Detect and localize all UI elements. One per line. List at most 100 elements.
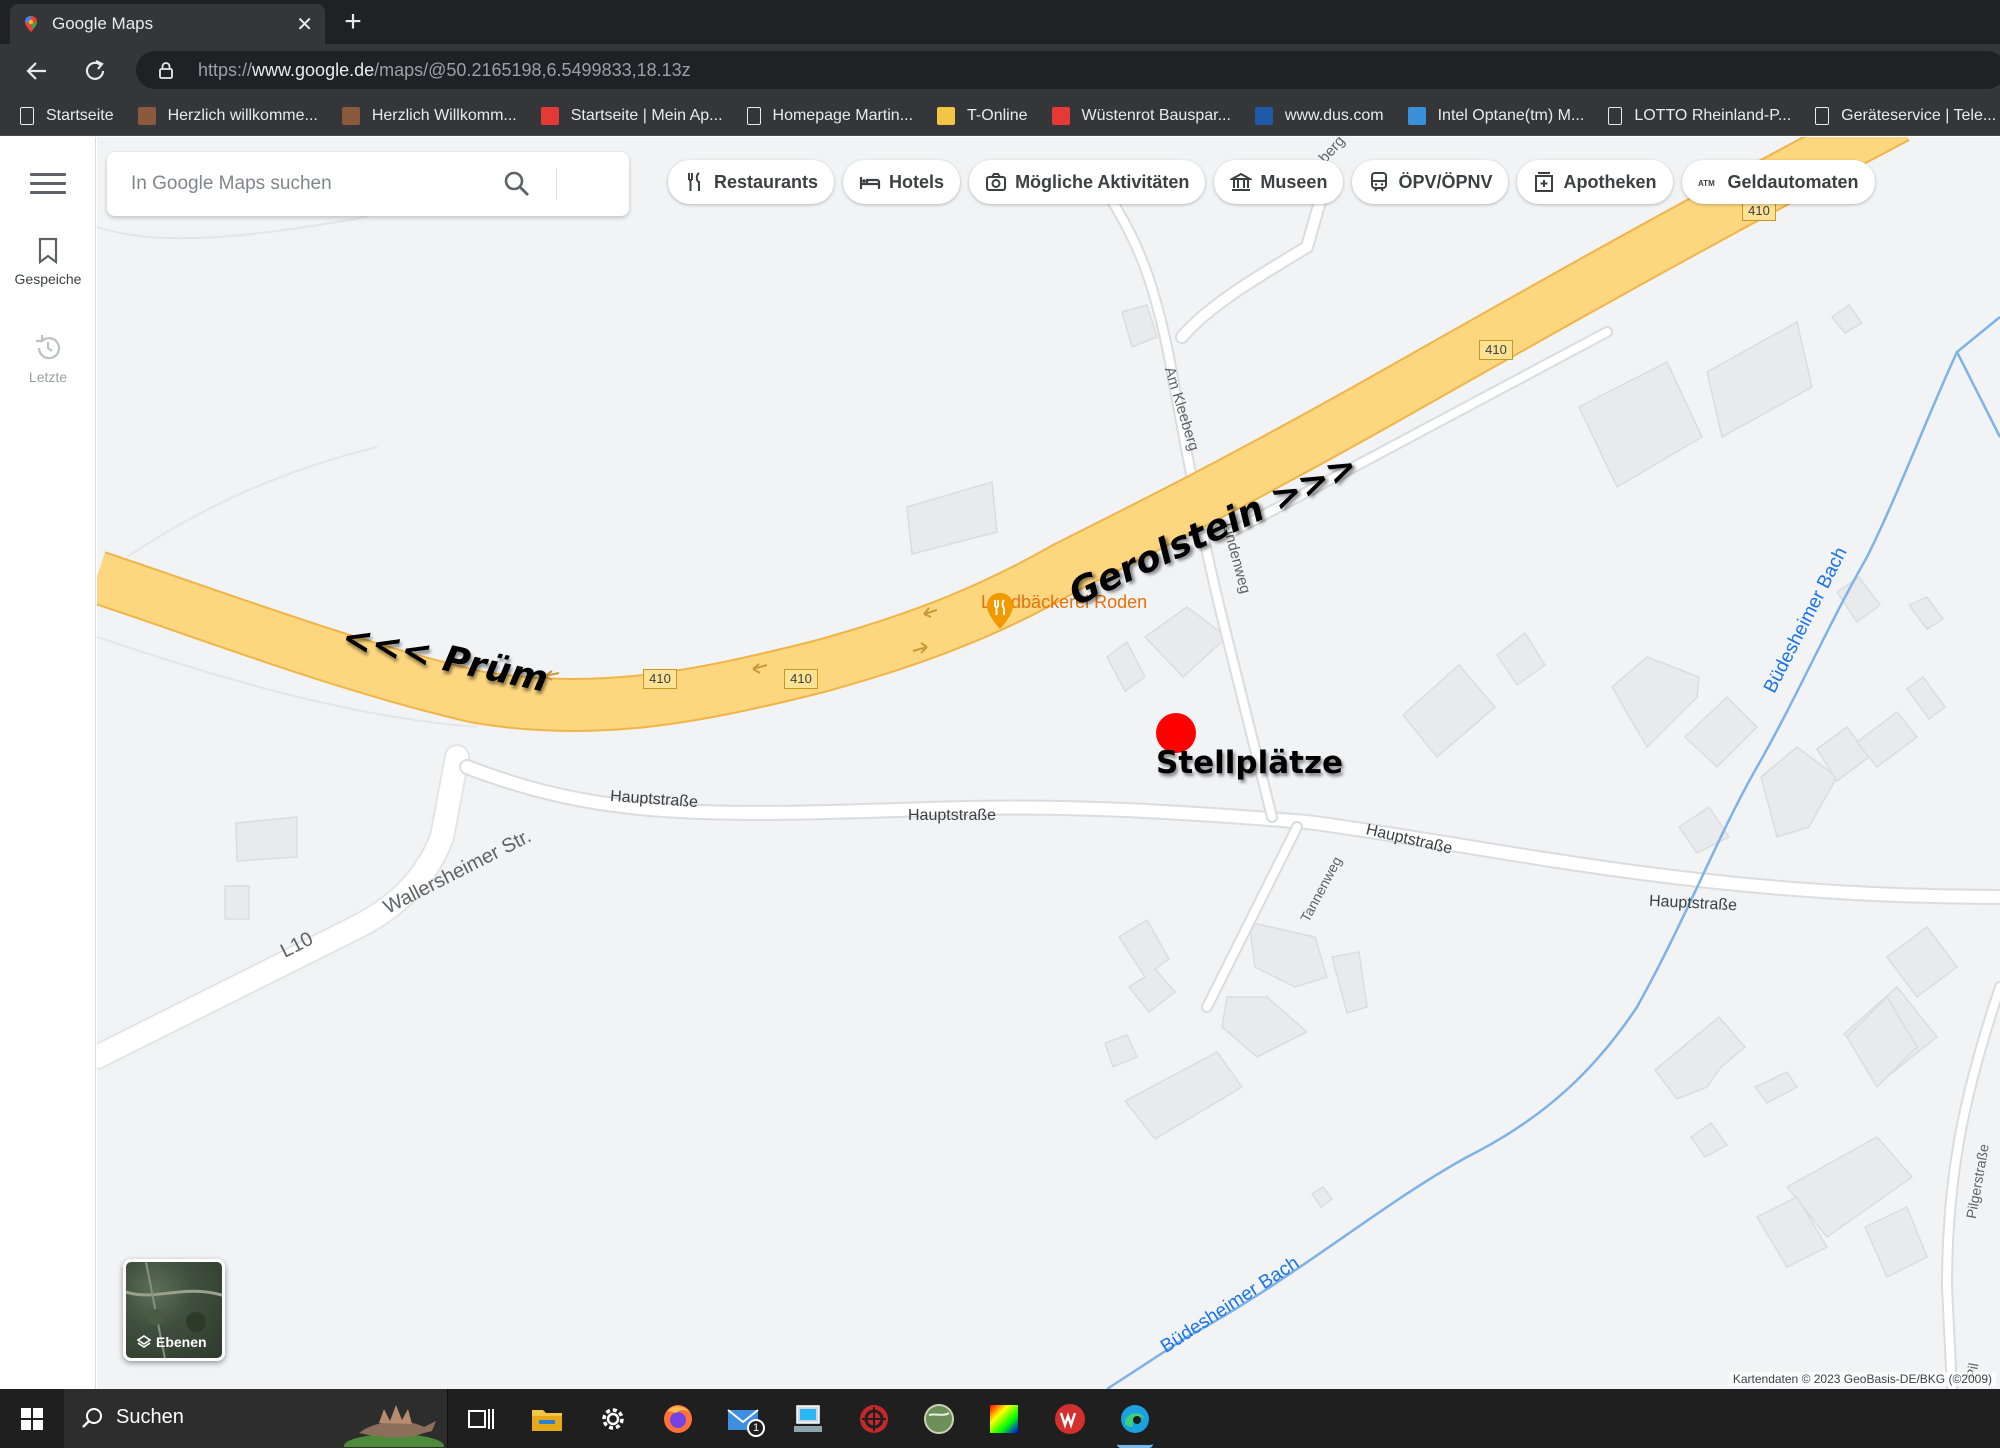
museum-icon xyxy=(1230,172,1253,191)
google-maps-favicon-icon xyxy=(25,16,37,32)
task-view-icon[interactable] xyxy=(463,1401,499,1437)
bookmark-item[interactable]: Startseite xyxy=(20,106,114,125)
new-tab-button[interactable]: + xyxy=(336,6,370,40)
camera-icon xyxy=(986,173,1007,191)
browser-tab-google-maps[interactable]: Google Maps ✕ xyxy=(10,4,325,44)
chip-öpv-öpnv[interactable]: ÖPV/ÖPNV xyxy=(1352,160,1509,204)
edge-app-button[interactable] xyxy=(1117,1401,1153,1448)
chip-geldautomaten[interactable]: ATM Geldautomaten xyxy=(1681,160,1875,204)
svg-text:ATM: ATM xyxy=(1698,179,1715,188)
remote-desktop-icon[interactable] xyxy=(790,1401,826,1437)
search-icon xyxy=(82,1408,102,1428)
building xyxy=(1683,695,1759,769)
building xyxy=(1121,304,1158,349)
file-explorer-icon[interactable] xyxy=(529,1401,565,1437)
building xyxy=(1864,1205,1928,1279)
building xyxy=(1401,663,1497,759)
site-icon xyxy=(1254,106,1273,125)
office-app-icon[interactable] xyxy=(1052,1401,1088,1437)
atm-icon: ATM xyxy=(1698,179,1715,188)
color-app-icon[interactable] xyxy=(986,1401,1022,1437)
bookmark-item[interactable]: Geräteservice | Tele... xyxy=(1815,106,1996,125)
bookmark-item[interactable]: Intel Optane(tm) M... xyxy=(1407,106,1584,125)
bookmark-label: Homepage Martin... xyxy=(772,106,914,124)
chip-label: Museen xyxy=(1260,171,1328,192)
bookmark-label: T-Online xyxy=(967,106,1028,124)
address-bar[interactable]: https://www.google.de/maps/@50.2165198,6… xyxy=(136,51,2000,89)
saved-label: Gespeiche xyxy=(14,271,82,287)
saved-button[interactable]: Gespeiche xyxy=(0,237,96,287)
bookmark-item[interactable]: www.dus.com xyxy=(1254,106,1384,125)
road-shield: 410 xyxy=(643,669,677,689)
map-attribution[interactable]: Kartendaten © 2023 GeoBasis-DE/BKG (©200… xyxy=(1728,1372,1996,1386)
building xyxy=(1117,918,1177,1014)
tab-title: Google Maps xyxy=(52,14,154,33)
poi-landbaeckerei-roden[interactable]: Landbäckerei Roden xyxy=(981,592,1147,629)
back-button[interactable] xyxy=(20,54,54,88)
train-icon xyxy=(1371,172,1388,192)
bookmark-item[interactable]: Herzlich willkomme... xyxy=(137,106,318,125)
building xyxy=(1104,1034,1139,1069)
start-button[interactable] xyxy=(0,1389,64,1448)
chip-restaurants[interactable]: Restaurants xyxy=(668,160,835,204)
bookmark-item[interactable]: Herzlich Willkomm... xyxy=(341,106,517,125)
street-label: Hauptstraße xyxy=(908,807,997,824)
search-input[interactable] xyxy=(131,166,491,202)
settings-gear-icon[interactable] xyxy=(595,1401,631,1437)
chip-apotheken[interactable]: Apotheken xyxy=(1517,160,1673,204)
tab-close-icon[interactable]: ✕ xyxy=(296,12,313,37)
bookmark-item[interactable]: Homepage Martin... xyxy=(746,106,914,125)
reload-icon xyxy=(85,60,105,80)
chip-mögliche-aktivitäten[interactable]: Mögliche Aktivitäten xyxy=(969,160,1206,204)
layers-label: Ebenen xyxy=(156,1334,207,1350)
layers-button[interactable]: Ebenen xyxy=(123,1259,225,1361)
recent-button[interactable]: Letzte xyxy=(0,333,96,385)
taskbar-search-label: Suchen xyxy=(116,1406,184,1428)
site-icon xyxy=(1051,106,1070,125)
pharmacy-icon xyxy=(540,106,559,125)
chip-hotels[interactable]: Hotels xyxy=(843,160,961,204)
shield-app-icon[interactable] xyxy=(856,1401,892,1437)
edge-icon xyxy=(1121,1405,1149,1433)
marker-label-stellplaetze: Stellplätze xyxy=(1156,745,1344,781)
bookmark-label: Herzlich Willkomm... xyxy=(371,106,517,124)
building xyxy=(235,816,298,862)
chip-label: Geldautomaten xyxy=(1727,171,1859,192)
building xyxy=(906,481,998,555)
menu-icon[interactable] xyxy=(30,173,66,199)
taskbar-search[interactable]: Suchen xyxy=(64,1389,448,1448)
building xyxy=(1907,596,1945,631)
building xyxy=(224,885,250,920)
bookmarks-bar: Startseite Herzlich willkomme... Herzlich … xyxy=(0,96,2000,136)
map-canvas[interactable]: 410 410 410 410 L10 Wallersheimer Str. H… xyxy=(97,137,2000,1389)
reload-button[interactable] xyxy=(78,54,112,88)
bookmark-label: LOTTO Rheinland-P... xyxy=(1634,106,1792,124)
globe-app-icon[interactable] xyxy=(921,1401,957,1437)
layers-icon xyxy=(136,1335,152,1348)
maps-side-rail: Gespeiche Letzte xyxy=(0,137,96,1389)
building xyxy=(1611,656,1700,749)
site-icon xyxy=(1407,106,1426,125)
road-shield: 410 xyxy=(1479,340,1513,360)
bookmark-label: Herzlich willkomme... xyxy=(167,106,318,124)
building xyxy=(1830,303,1864,334)
browser-toolbar: https://www.google.de/maps/@50.2165198,6… xyxy=(0,44,2000,96)
bookmark-item[interactable]: LOTTO Rheinland-P... xyxy=(1608,106,1792,125)
chip-label: Mögliche Aktivitäten xyxy=(1015,171,1190,192)
bookmark-item[interactable]: Wüstenrot Bauspar... xyxy=(1051,106,1231,125)
chip-museen[interactable]: Museen xyxy=(1214,160,1344,204)
building xyxy=(1753,1071,1799,1104)
building xyxy=(1706,320,1813,439)
building xyxy=(1905,675,1947,721)
firefox-icon[interactable] xyxy=(660,1401,696,1437)
bookmark-item[interactable]: Startseite | Mein Ap... xyxy=(540,106,723,125)
screen: Google Maps ✕ + https://www.google.de/ma… xyxy=(0,0,2000,1448)
building xyxy=(1677,805,1731,854)
page-icon xyxy=(20,106,34,125)
bookmark-item[interactable]: T-Online xyxy=(937,106,1028,125)
search-icon[interactable] xyxy=(503,170,531,198)
chip-label: Restaurants xyxy=(714,171,819,192)
mail-app-button[interactable]: 1 xyxy=(725,1401,765,1437)
site-icon xyxy=(341,106,360,125)
map-drawing xyxy=(97,137,2000,1389)
